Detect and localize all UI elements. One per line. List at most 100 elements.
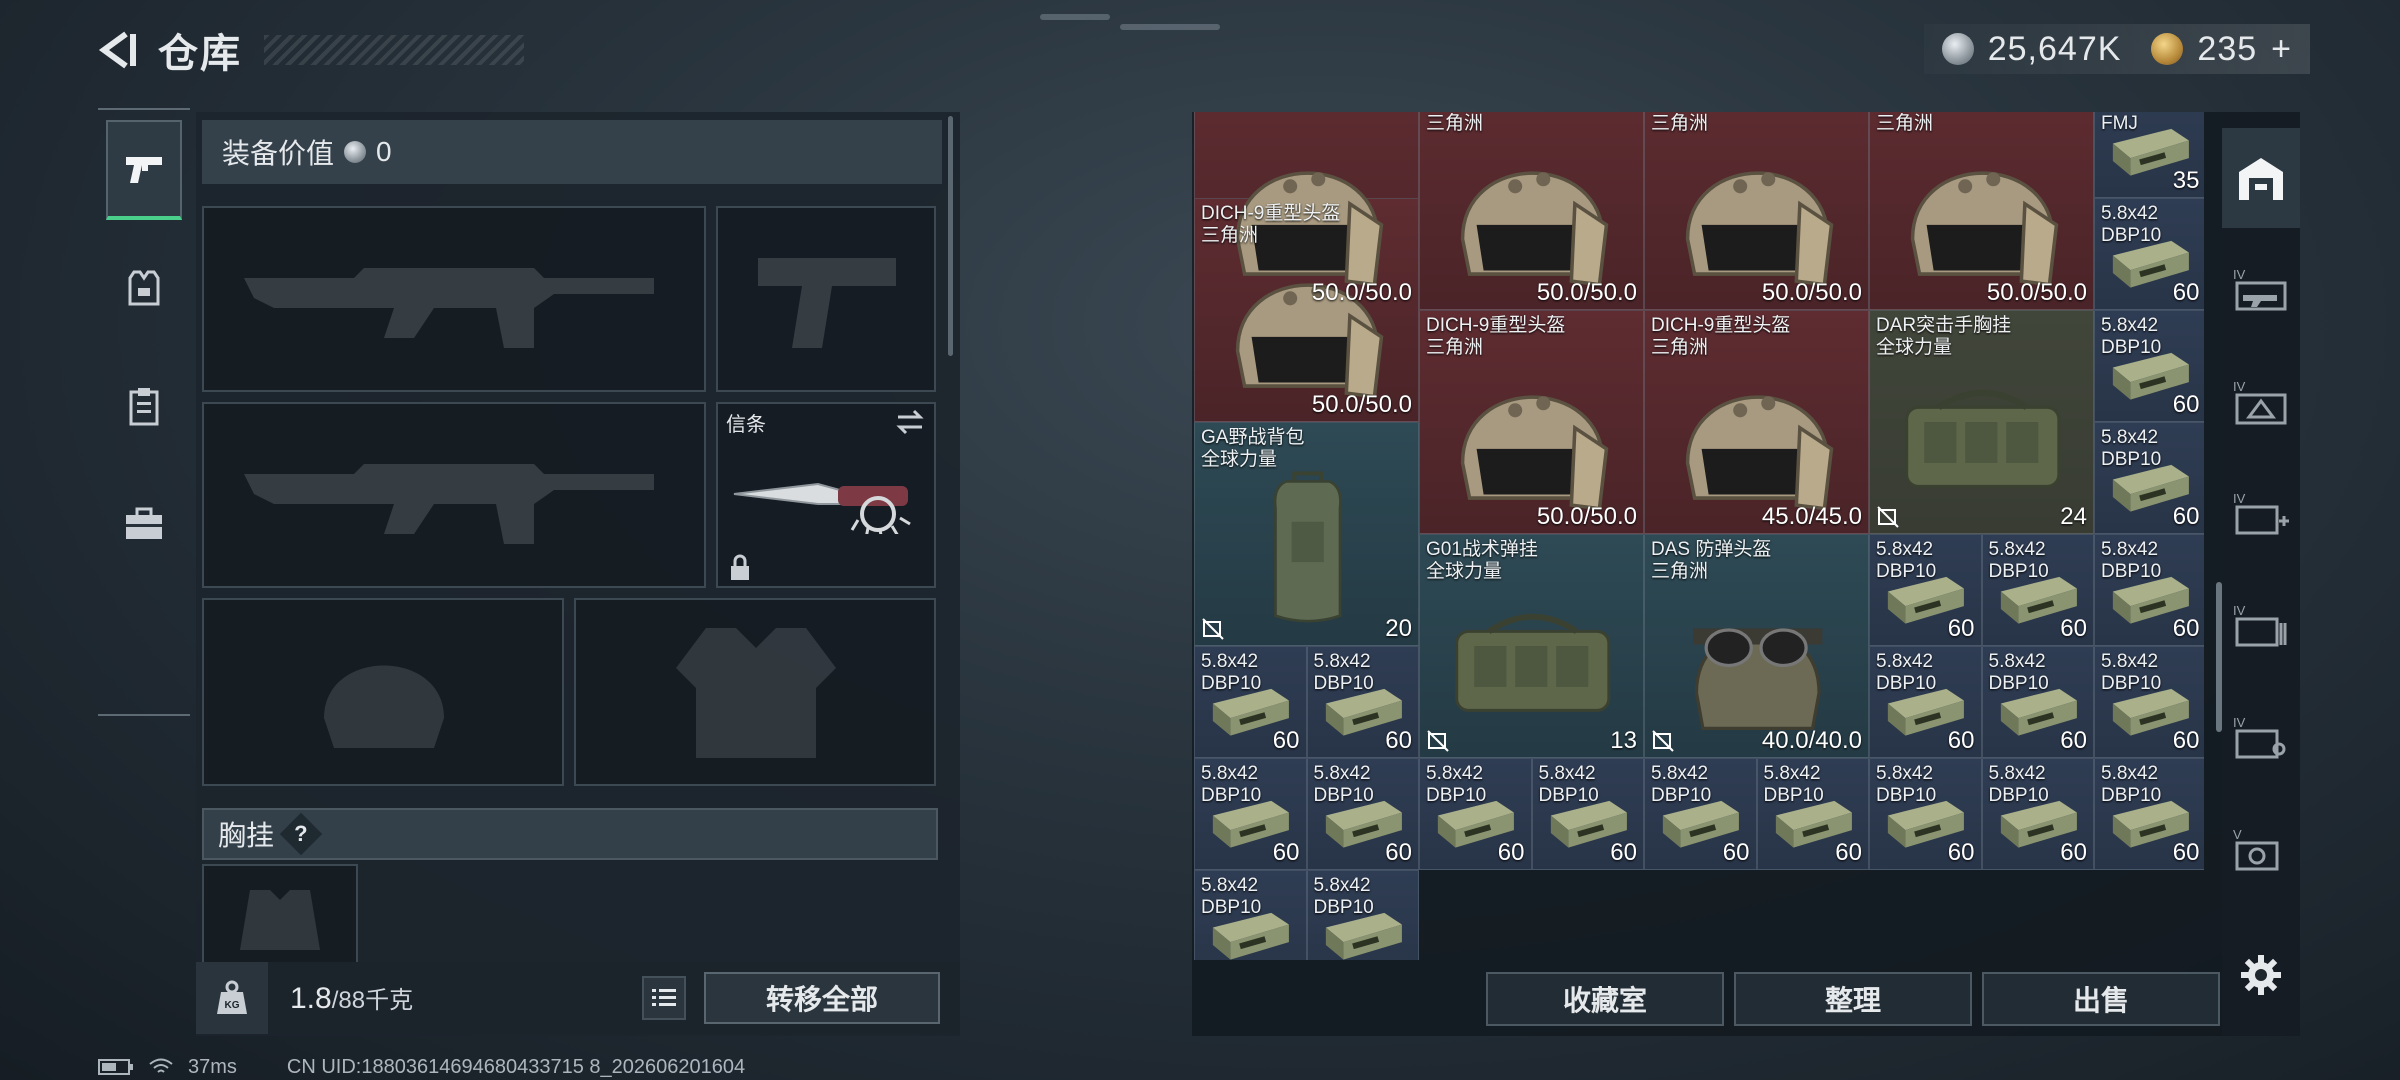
- category-tab-armor[interactable]: [106, 238, 182, 338]
- inventory-item[interactable]: 5.8x42 DBP10 60: [1869, 646, 1982, 758]
- sell-button[interactable]: 出售: [1982, 972, 2220, 1026]
- item-name: 5.8x42 DBP10: [1426, 763, 1487, 806]
- inventory-item[interactable]: GA野战背包 全球力量 20: [1194, 422, 1419, 646]
- helmet-slot[interactable]: [202, 598, 564, 786]
- storage-tab-all[interactable]: [2222, 128, 2300, 228]
- inventory-item[interactable]: DICH-9重型头盔 三角洲 50.0/50.0: [1644, 112, 1869, 310]
- help-icon[interactable]: ?: [279, 812, 323, 856]
- secondary-weapon-slot[interactable]: [202, 402, 706, 588]
- user-uid: CN UID:18803614694680433715 8_2026062016…: [286, 1055, 746, 1078]
- category-sidebar: [98, 108, 190, 716]
- inventory-item[interactable]: 5.8x42 DBP10 60: [2094, 758, 2204, 870]
- case-misc-icon: V: [2233, 827, 2279, 871]
- list-view-button[interactable]: [642, 976, 686, 1020]
- inventory-item[interactable]: 5.8x42 DBP10 60: [1306, 646, 1419, 758]
- helmet-icon: [1910, 171, 2059, 287]
- weight-icon: KG: [196, 962, 268, 1034]
- chest-rig-slot[interactable]: [202, 864, 358, 964]
- storage-tab-keys[interactable]: IV: [2222, 688, 2300, 788]
- primary-weapon-slot[interactable]: [202, 206, 706, 392]
- loadout-scrollbar[interactable]: [948, 116, 953, 356]
- storage-tab-misc[interactable]: V: [2222, 800, 2300, 900]
- inventory-item[interactable]: 5.8x42 DBP10 60: [1981, 646, 2094, 758]
- inventory-item[interactable]: DICH-9重型头盔 三角洲 45.0/45.0: [1644, 310, 1869, 534]
- item-name: DAS 防弹头盔 三角洲: [1651, 539, 1772, 582]
- currency-display: 25,647K 235 +: [1923, 24, 2310, 74]
- item-value: 60: [1497, 839, 1525, 866]
- inventory-item[interactable]: DAR突击手胸挂 全球力量 24: [1869, 310, 2094, 534]
- inventory-item[interactable]: 5.8x42 DBP10 60: [1306, 758, 1419, 870]
- inventory-item[interactable]: 5.8x42 DBP10 60: [1869, 534, 1982, 646]
- sort-button[interactable]: 整理: [1734, 972, 1972, 1026]
- inventory-item[interactable]: 6.8x51 FMJ 35: [2094, 112, 2204, 198]
- add-currency-button[interactable]: +: [2271, 30, 2292, 69]
- inventory-item[interactable]: 5.8x42 DBP10 60: [2094, 534, 2204, 646]
- storage-tab-ammo[interactable]: IV: [2222, 576, 2300, 676]
- item-value: 40.0/40.0: [1761, 727, 1862, 754]
- transfer-all-button[interactable]: 转移全部: [704, 972, 940, 1024]
- list-icon: [652, 989, 676, 1006]
- tactical-bag-icon: [1454, 613, 1611, 712]
- inventory-item[interactable]: 5.8x42 DBP10 60: [1194, 758, 1307, 870]
- melee-slot[interactable]: 信条: [716, 402, 936, 588]
- item-name: DICH-9重型头盔 三角洲: [1426, 315, 1566, 358]
- item-value: 50.0/50.0: [1311, 279, 1412, 306]
- inventory-item[interactable]: DICH-9重型头盔 三角洲 50.0/50.0: [1419, 112, 1644, 310]
- inventory-item[interactable]: DICH-9重型头盔 三角洲 50.0/50.0: [1419, 310, 1644, 534]
- back-arrow-icon[interactable]: [96, 28, 140, 72]
- inventory-item[interactable]: 5.8x42 DBP10: [1306, 870, 1419, 960]
- svg-text:IV: IV: [2233, 267, 2246, 282]
- melee-slot-label: 信条: [726, 414, 766, 436]
- category-tab-containers[interactable]: [106, 356, 182, 456]
- svg-text:IV: IV: [2233, 491, 2246, 506]
- inventory-item[interactable]: 5.8x42 DBP10 60: [1981, 534, 2094, 646]
- inventory-item[interactable]: 5.8x42 DBP10 60: [1531, 758, 1644, 870]
- item-value: 20: [1385, 615, 1412, 642]
- storage-tab-gear[interactable]: IV: [2222, 352, 2300, 452]
- item-name: 5.8x42 DBP10: [2101, 651, 2162, 694]
- storage-grid[interactable]: 50.0/50.0DICH-9重型头盔 三角洲50.0/50.0DICH-9重型…: [1192, 112, 2204, 960]
- category-tab-weapons[interactable]: [106, 120, 182, 220]
- item-value: 60: [2172, 503, 2200, 530]
- settings-button[interactable]: [2222, 940, 2300, 1010]
- item-value: 24: [2060, 503, 2087, 530]
- gold-currency-value: 235: [2197, 29, 2258, 68]
- storage-tab-medical[interactable]: IV: [2222, 464, 2300, 564]
- inventory-item[interactable]: 5.8x42 DBP10 60: [1419, 758, 1532, 870]
- storage-tab-weapons[interactable]: IV: [2222, 240, 2300, 340]
- inventory-item[interactable]: 5.8x42 DBP10 60: [2094, 422, 2204, 534]
- pistol-slot[interactable]: [716, 206, 936, 392]
- backpack-icon: [1273, 471, 1342, 623]
- inventory-item[interactable]: 5.8x42 DBP10 60: [1869, 758, 1982, 870]
- item-value: 45.0/45.0: [1761, 503, 1862, 530]
- body-armor-slot[interactable]: [574, 598, 936, 786]
- item-name: 5.8x42 DBP10: [1876, 763, 1937, 806]
- case-key-icon: IV: [2233, 715, 2286, 759]
- item-value: 60: [2172, 615, 2200, 642]
- inventory-item[interactable]: 5.8x42 DBP10 60: [1756, 758, 1869, 870]
- armor-vest-icon: [128, 270, 160, 306]
- case-medical-icon: IV: [2233, 491, 2289, 535]
- inventory-item[interactable]: 5.8x42 DBP10 60: [1194, 646, 1307, 758]
- swap-icon[interactable]: [894, 408, 926, 436]
- item-value: 60: [1610, 839, 1637, 866]
- item-value: 60: [2172, 279, 2200, 306]
- inventory-item[interactable]: 5.8x42 DBP10 60: [1981, 758, 2094, 870]
- inventory-item[interactable]: DAS 防弹头盔 三角洲 40.0/40.0: [1644, 534, 1869, 758]
- inventory-item[interactable]: 5.8x42 DBP10 60: [2094, 646, 2204, 758]
- category-tab-cases[interactable]: [106, 474, 182, 574]
- inventory-item[interactable]: 5.8x42 DBP10: [1194, 870, 1307, 960]
- item-value: 50.0/50.0: [1536, 279, 1637, 306]
- inventory-item[interactable]: 5.8x42 DBP10 60: [1644, 758, 1757, 870]
- clipboard-icon: [129, 388, 159, 426]
- no-insure-icon: [1427, 730, 1449, 752]
- inventory-item[interactable]: G01战术弹挂 全球力量 13: [1419, 534, 1644, 758]
- item-value: 60: [1722, 839, 1750, 866]
- inventory-item[interactable]: 5.8x42 DBP10 60: [2094, 198, 2204, 310]
- rifle-silhouette-icon: [244, 268, 654, 348]
- inventory-item[interactable]: DICH-9重型头盔 三角洲 50.0/50.0: [1869, 112, 2094, 310]
- item-name: 5.8x42 DBP10: [1538, 763, 1599, 806]
- item-value: 60: [2060, 727, 2087, 754]
- inventory-item[interactable]: 5.8x42 DBP10 60: [2094, 310, 2204, 422]
- collection-room-button[interactable]: 收藏室: [1486, 972, 1724, 1026]
